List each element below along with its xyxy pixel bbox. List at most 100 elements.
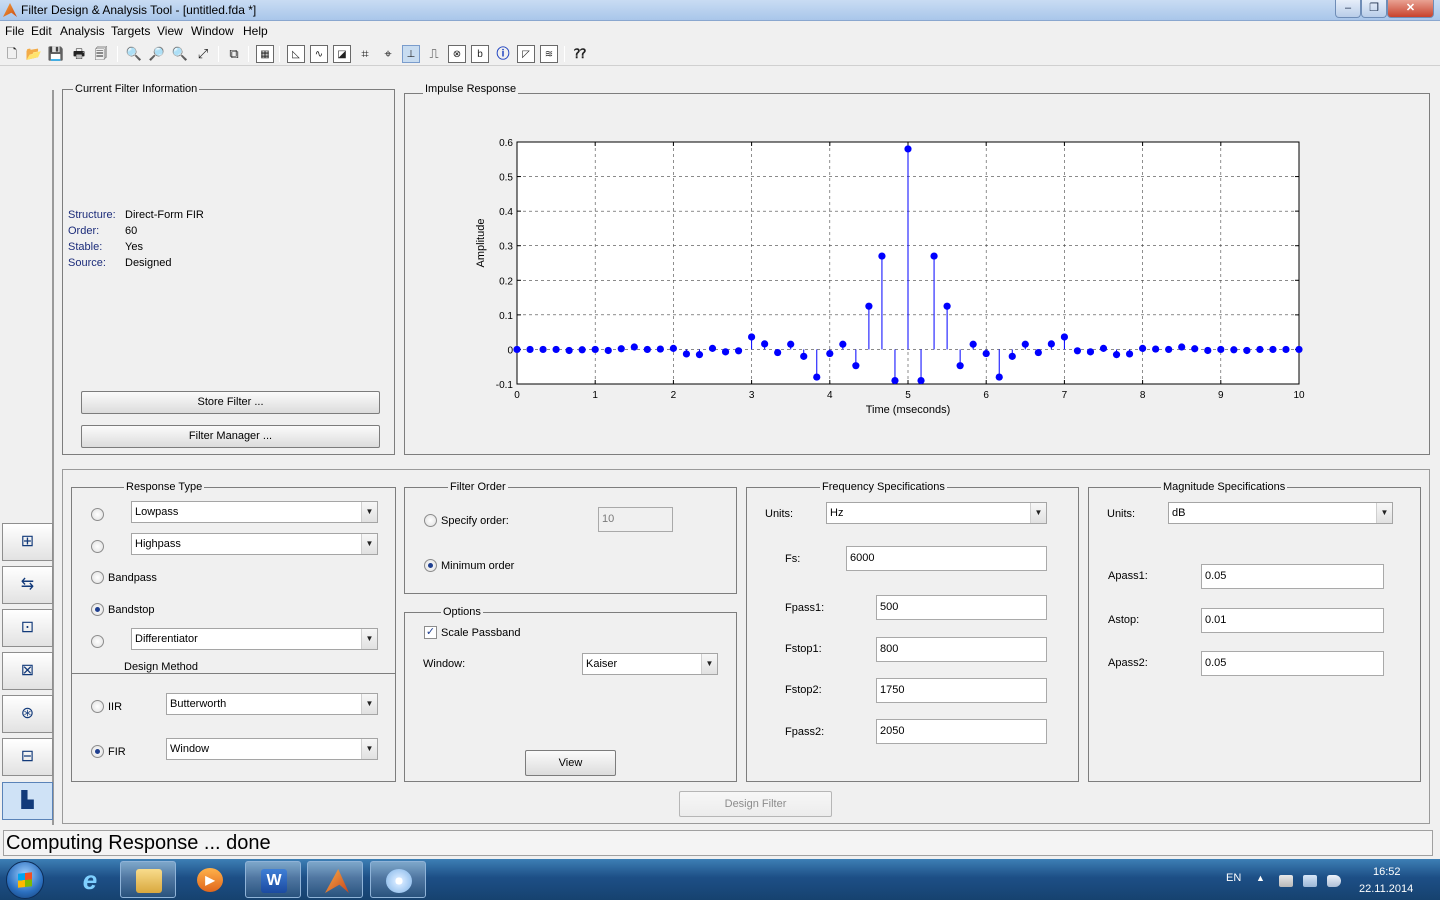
- differentiator-radio[interactable]: [91, 635, 104, 648]
- zoom-in-icon[interactable]: 🔍: [125, 45, 143, 63]
- mag-units-select[interactable]: dB ▼: [1168, 502, 1393, 524]
- clock-date[interactable]: 22.11.2014: [1359, 883, 1413, 895]
- lowpass-radio[interactable]: [91, 508, 104, 521]
- impulse-response-icon[interactable]: ⊥: [402, 45, 420, 63]
- fpass2-input[interactable]: 2050: [876, 719, 1047, 744]
- fpass1-input[interactable]: 500: [876, 595, 1047, 620]
- fstop1-input[interactable]: 800: [876, 637, 1047, 662]
- quantize-icon[interactable]: ⊛: [2, 695, 53, 733]
- group-delay-icon[interactable]: ⌗: [356, 45, 374, 63]
- menu-help[interactable]: Help: [243, 24, 268, 38]
- stem-marker: [643, 345, 651, 354]
- chevron-down-icon: ▼: [361, 694, 377, 714]
- internet-explorer-button[interactable]: e: [62, 861, 118, 898]
- chevron-down-icon: ▼: [701, 654, 717, 674]
- media-player-button[interactable]: ▶: [182, 861, 238, 898]
- design-filter-icon[interactable]: ▙: [2, 782, 53, 820]
- new-icon[interactable]: 🗋: [3, 45, 21, 63]
- close-button[interactable]: ✕: [1387, 0, 1434, 18]
- realize-model-icon[interactable]: ⊡: [2, 609, 53, 647]
- order-input[interactable]: 10: [598, 507, 673, 532]
- noise-power-icon[interactable]: ≋: [540, 45, 558, 63]
- filter-manager-button[interactable]: Filter Manager ...: [81, 425, 380, 448]
- matlab-button[interactable]: [307, 861, 363, 898]
- phase-response-icon[interactable]: ∿: [310, 45, 328, 63]
- network-icon[interactable]: [1303, 875, 1317, 887]
- differentiator-select[interactable]: Differentiator ▼: [131, 628, 378, 650]
- phase-delay-icon[interactable]: ⌖: [379, 45, 397, 63]
- fs-input[interactable]: 6000: [846, 546, 1047, 571]
- impulse-response-chart[interactable]: 0 1 2 3 4 5 6 7 8 9 10-0.100.10.20.30.40.50.6Time …: [405, 94, 1429, 454]
- bandpass-radio[interactable]: [91, 571, 104, 584]
- magnitude-phase-icon[interactable]: ◪: [333, 45, 351, 63]
- print-icon[interactable]: 🖶: [70, 45, 88, 63]
- window-select[interactable]: Kaiser ▼: [582, 653, 718, 675]
- menu-edit[interactable]: Edit: [31, 24, 52, 38]
- show-hidden-icons-icon[interactable]: ▲: [1256, 873, 1265, 883]
- menu-window[interactable]: Window: [191, 24, 234, 38]
- new-figure-icon[interactable]: ⧉: [225, 45, 243, 63]
- filter-info-icon[interactable]: ⓘ: [494, 45, 512, 63]
- pole-zero-editor-icon[interactable]: ⊠: [2, 652, 53, 690]
- stem-marker: [682, 350, 691, 358]
- specify-order-radio[interactable]: [424, 514, 437, 527]
- apass1-input[interactable]: 0.05: [1201, 564, 1384, 589]
- paint-button[interactable]: [370, 861, 426, 898]
- filter-specs-icon[interactable]: ▦: [256, 45, 274, 63]
- stem-marker: [1178, 343, 1186, 351]
- transform-filter-icon[interactable]: ⊞: [2, 523, 53, 561]
- highpass-select[interactable]: Highpass ▼: [131, 533, 378, 555]
- iir-method-select[interactable]: Butterworth ▼: [166, 693, 378, 715]
- store-filter-button[interactable]: Store Filter ...: [81, 391, 380, 414]
- filter-coefficients-icon[interactable]: b: [471, 45, 489, 63]
- iir-radio[interactable]: [91, 700, 104, 713]
- fir-radio[interactable]: [91, 745, 104, 758]
- internet-explorer-icon: e: [82, 865, 98, 895]
- title-bar[interactable]: Filter Design & Analysis Tool - [untitle…: [0, 0, 1440, 21]
- import-filter-icon[interactable]: ⊟: [2, 738, 53, 776]
- language-indicator[interactable]: EN: [1226, 872, 1241, 884]
- zoom-x-icon[interactable]: 🔎: [148, 45, 166, 63]
- astop-input[interactable]: 0.01: [1201, 608, 1384, 633]
- create-multirate-icon[interactable]: ⇆: [2, 566, 53, 604]
- stem-marker: [917, 376, 925, 385]
- pole-zero-icon[interactable]: ⊗: [448, 45, 466, 63]
- scale-passband-checkbox[interactable]: ✓: [424, 626, 437, 639]
- minimize-button[interactable]: –: [1335, 0, 1361, 18]
- menu-file[interactable]: File: [5, 24, 24, 38]
- whats-this-icon[interactable]: ⁇: [571, 45, 589, 63]
- clock-time[interactable]: 16:52: [1373, 866, 1401, 878]
- fir-method-select[interactable]: Window ▼: [166, 738, 378, 760]
- lowpass-select[interactable]: Lowpass ▼: [131, 501, 378, 523]
- maximize-button[interactable]: ❐: [1361, 0, 1387, 18]
- design-filter-button[interactable]: Design Filter: [679, 791, 832, 817]
- stem-marker: [1191, 345, 1199, 353]
- menu-targets[interactable]: Targets: [111, 24, 150, 38]
- freq-units-select[interactable]: Hz ▼: [826, 502, 1047, 524]
- stem-marker: [565, 346, 573, 355]
- view-button[interactable]: View: [525, 750, 616, 776]
- word-button[interactable]: W: [245, 861, 301, 898]
- volume-icon[interactable]: [1327, 875, 1341, 887]
- chevron-down-icon: ▼: [361, 629, 377, 649]
- fstop2-input[interactable]: 1750: [876, 678, 1047, 703]
- menu-analysis[interactable]: Analysis: [60, 24, 105, 38]
- highpass-radio[interactable]: [91, 540, 104, 553]
- full-view-icon[interactable]: ⤢: [194, 45, 212, 63]
- minimum-order-radio[interactable]: [424, 559, 437, 572]
- start-button[interactable]: [6, 861, 44, 899]
- action-center-flag-icon[interactable]: [1279, 875, 1293, 887]
- open-icon[interactable]: 📂: [25, 45, 43, 63]
- file-explorer-button[interactable]: [120, 861, 176, 898]
- zoom-y-icon[interactable]: 🔍: [171, 45, 189, 63]
- magnitude-estimate-icon[interactable]: ◸: [517, 45, 535, 63]
- apass2-input[interactable]: 0.05: [1201, 651, 1384, 676]
- magnitude-response-icon[interactable]: ◺: [287, 45, 305, 63]
- impulse-response-panel: Impulse Response 0 1 2 3 4 5 6 7 8 9 10 -0.1 0 0.1 0.2…: [404, 83, 1430, 455]
- step-response-icon[interactable]: ⎍: [425, 45, 443, 63]
- save-icon[interactable]: 💾: [47, 45, 65, 63]
- print-preview-icon[interactable]: 🗐: [92, 45, 110, 63]
- bandstop-radio[interactable]: [91, 603, 104, 616]
- stem-marker: [1034, 348, 1042, 357]
- menu-view[interactable]: View: [157, 24, 183, 38]
